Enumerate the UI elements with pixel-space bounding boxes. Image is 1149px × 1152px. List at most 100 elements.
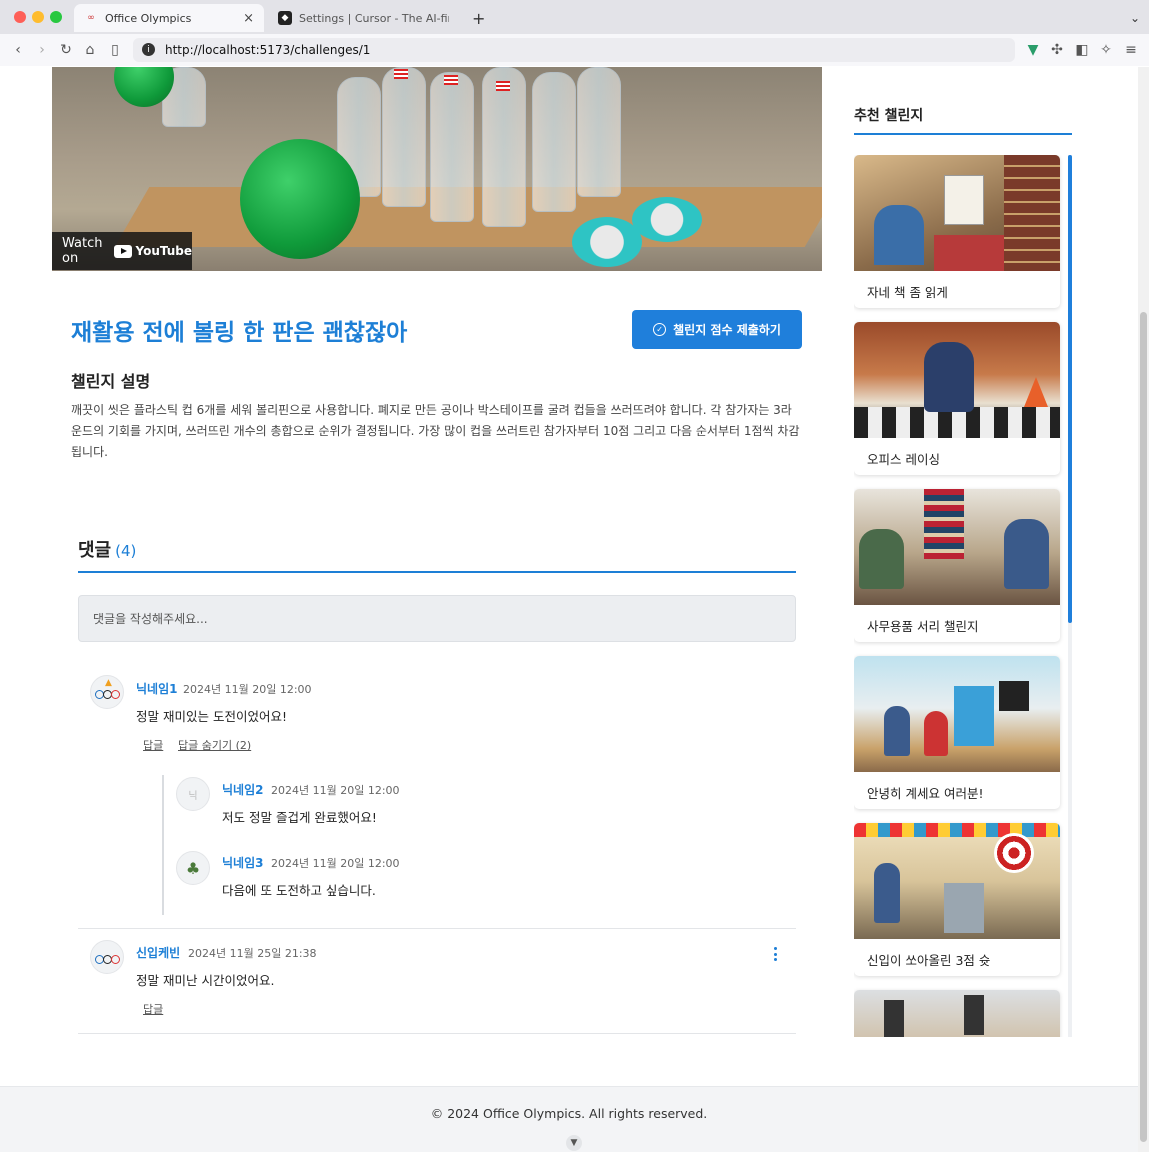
tab-strip: ∞ Office Olympics × ◆ Settings | Cursor … (0, 0, 1149, 34)
comment-separator (78, 1033, 796, 1034)
challenge-description: 깨끗이 씻은 플라스틱 컵 6개를 세워 볼리핀으로 사용합니다. 폐지로 만든… (71, 403, 800, 459)
recommended-divider (854, 133, 1072, 135)
minimize-window-button[interactable] (32, 11, 44, 23)
video-bottle-shape (482, 67, 526, 227)
hide-replies-link[interactable]: 답글 숨기기 (2) (178, 737, 251, 753)
challenge-title: 재활용 전에 볼링 한 판은 괜찮잖아 (71, 320, 408, 346)
recommended-scrollbar[interactable] (1068, 155, 1072, 1037)
youtube-label: YouTube (135, 244, 192, 258)
card-image (854, 155, 1060, 271)
tab-list-chevron-icon[interactable]: ⌄ (1120, 4, 1149, 32)
avatar (90, 940, 124, 974)
comment-nickname[interactable]: 닉네임1 (136, 680, 177, 697)
reply-text: 다음에 또 도전하고 싶습니다. (222, 883, 376, 898)
avatar: ▲ (90, 675, 124, 709)
challenge-card[interactable] (854, 990, 1060, 1037)
recommended-list[interactable]: 자네 책 좀 읽게 오피스 레이싱 사무용품 서리 챌린지 안녕히 계세요 여러… (854, 155, 1072, 1037)
home-icon[interactable]: ⌂ (81, 41, 99, 59)
leo-ai-icon[interactable]: ✧ (1097, 41, 1115, 59)
page-scrollbar-thumb[interactable] (1140, 312, 1147, 1142)
card-image (854, 489, 1060, 605)
footer: © 2024 Office Olympics. All rights reser… (0, 1086, 1138, 1152)
video-bottle-cap (444, 75, 458, 85)
url-bar[interactable]: i http://localhost:5173/challenges/1 (133, 38, 1015, 62)
comment-date: 2024년 11월 25일 21:38 (188, 947, 317, 960)
comments-divider (78, 571, 796, 573)
youtube-play-icon (114, 244, 133, 258)
card-image (854, 322, 1060, 438)
back-icon[interactable]: ‹ (9, 41, 27, 59)
reply-link[interactable]: 답글 (143, 1001, 163, 1017)
challenge-card[interactable]: 자네 책 좀 읽게 (854, 155, 1060, 308)
video-bottle-shape (577, 67, 621, 197)
close-window-button[interactable] (14, 11, 26, 23)
card-label: 신입이 쏘아올린 3점 슛 (867, 953, 991, 968)
video-tape-roll (572, 217, 642, 267)
reply-thread-line (162, 775, 164, 915)
bookmark-icon[interactable]: ▯ (106, 41, 124, 59)
olympic-rings-icon: ∞ (87, 13, 95, 23)
page-content: Watch on YouTube 재활용 전에 볼링 한 판은 괜찮잖아 ✓ 챌… (0, 67, 1138, 1152)
card-image (854, 656, 1060, 772)
tab-office-olympics[interactable]: ∞ Office Olympics × (74, 4, 264, 32)
maximize-window-button[interactable] (50, 11, 62, 23)
site-info-icon[interactable]: i (142, 43, 155, 56)
more-options-icon[interactable] (772, 947, 778, 961)
comments-heading-label: 댓글 (78, 540, 112, 561)
comments-count: (4) (115, 542, 137, 560)
reload-icon[interactable]: ↻ (57, 41, 75, 59)
video-bottle-cap (496, 81, 510, 91)
vue-devtools-icon[interactable]: ▼ (1024, 41, 1042, 59)
reply-date: 2024년 11월 20일 12:00 (271, 784, 400, 797)
reply-text: 저도 정말 즐겁게 완료했어요! (222, 810, 377, 825)
comment-separator (78, 928, 796, 929)
card-label: 자네 책 좀 읽게 (867, 285, 948, 300)
tab-title: Settings | Cursor - The AI-first Co (299, 11, 449, 25)
watch-on-label: Watch on (62, 236, 103, 266)
extensions-icon[interactable]: ✣ (1048, 41, 1066, 59)
watch-on-youtube-button[interactable]: Watch on YouTube (52, 232, 192, 270)
page-scrollbar[interactable] (1138, 67, 1149, 1152)
challenge-card[interactable]: 안녕히 계세요 여러분! (854, 656, 1060, 809)
comment-input[interactable]: 댓글을 작성해주세요... (78, 595, 796, 642)
tab-cursor-settings[interactable]: ◆ Settings | Cursor - The AI-first Co (268, 4, 460, 32)
torch-icon: ▲ (105, 678, 112, 688)
submit-score-label: 챌린지 점수 제출하기 (673, 323, 781, 337)
comment-text: 정말 재미있는 도전이었어요! (136, 709, 287, 724)
check-circle-icon: ✓ (653, 323, 667, 336)
comment-nickname[interactable]: 신입케빈 (136, 944, 180, 961)
comments-heading: 댓글 (4) (78, 536, 136, 562)
submit-score-button[interactable]: ✓ 챌린지 점수 제출하기 (632, 310, 802, 349)
sidebar-toggle-icon[interactable]: ◧ (1073, 41, 1091, 59)
challenge-card[interactable]: 신입이 쏘아올린 3점 슛 (854, 823, 1060, 976)
close-tab-icon[interactable]: × (243, 11, 254, 26)
youtube-logo: YouTube (114, 244, 192, 258)
comment-text: 정말 재미난 시간이었어요. (136, 973, 275, 988)
comment-date: 2024년 11월 20일 12:00 (183, 683, 312, 696)
scroll-down-icon[interactable]: ▼ (566, 1135, 582, 1151)
recommended-heading: 추천 챌린지 (854, 108, 924, 124)
video-tape-roll (632, 197, 702, 242)
avatar-initial: 닉 (188, 790, 198, 802)
new-tab-button[interactable]: + (462, 4, 495, 32)
challenge-card[interactable]: 오피스 레이싱 (854, 322, 1060, 475)
menu-icon[interactable]: ≡ (1122, 41, 1140, 59)
video-bottle-shape (430, 72, 474, 222)
description-heading: 챌린지 설명 (71, 372, 151, 391)
card-image (854, 990, 1060, 1037)
video-bottle-shape (532, 72, 576, 212)
browser-chrome: ∞ Office Olympics × ◆ Settings | Cursor … (0, 0, 1149, 66)
avatar: 닉 (176, 777, 210, 811)
olympic-rings-icon (95, 689, 121, 699)
reply-nickname[interactable]: 닉네임3 (222, 854, 263, 871)
reply-link[interactable]: 답글 (143, 737, 163, 753)
reply-date: 2024년 11월 20일 12:00 (271, 857, 400, 870)
url-text: http://localhost:5173/challenges/1 (165, 43, 371, 57)
youtube-video-embed[interactable]: Watch on YouTube (52, 67, 822, 271)
recommended-scrollbar-thumb[interactable] (1068, 155, 1072, 623)
forward-icon[interactable]: › (33, 41, 51, 59)
challenge-card[interactable]: 사무용품 서리 챌린지 (854, 489, 1060, 642)
reply-nickname[interactable]: 닉네임2 (222, 781, 263, 798)
video-green-ball (240, 139, 360, 259)
card-label: 사무용품 서리 챌린지 (867, 619, 979, 634)
